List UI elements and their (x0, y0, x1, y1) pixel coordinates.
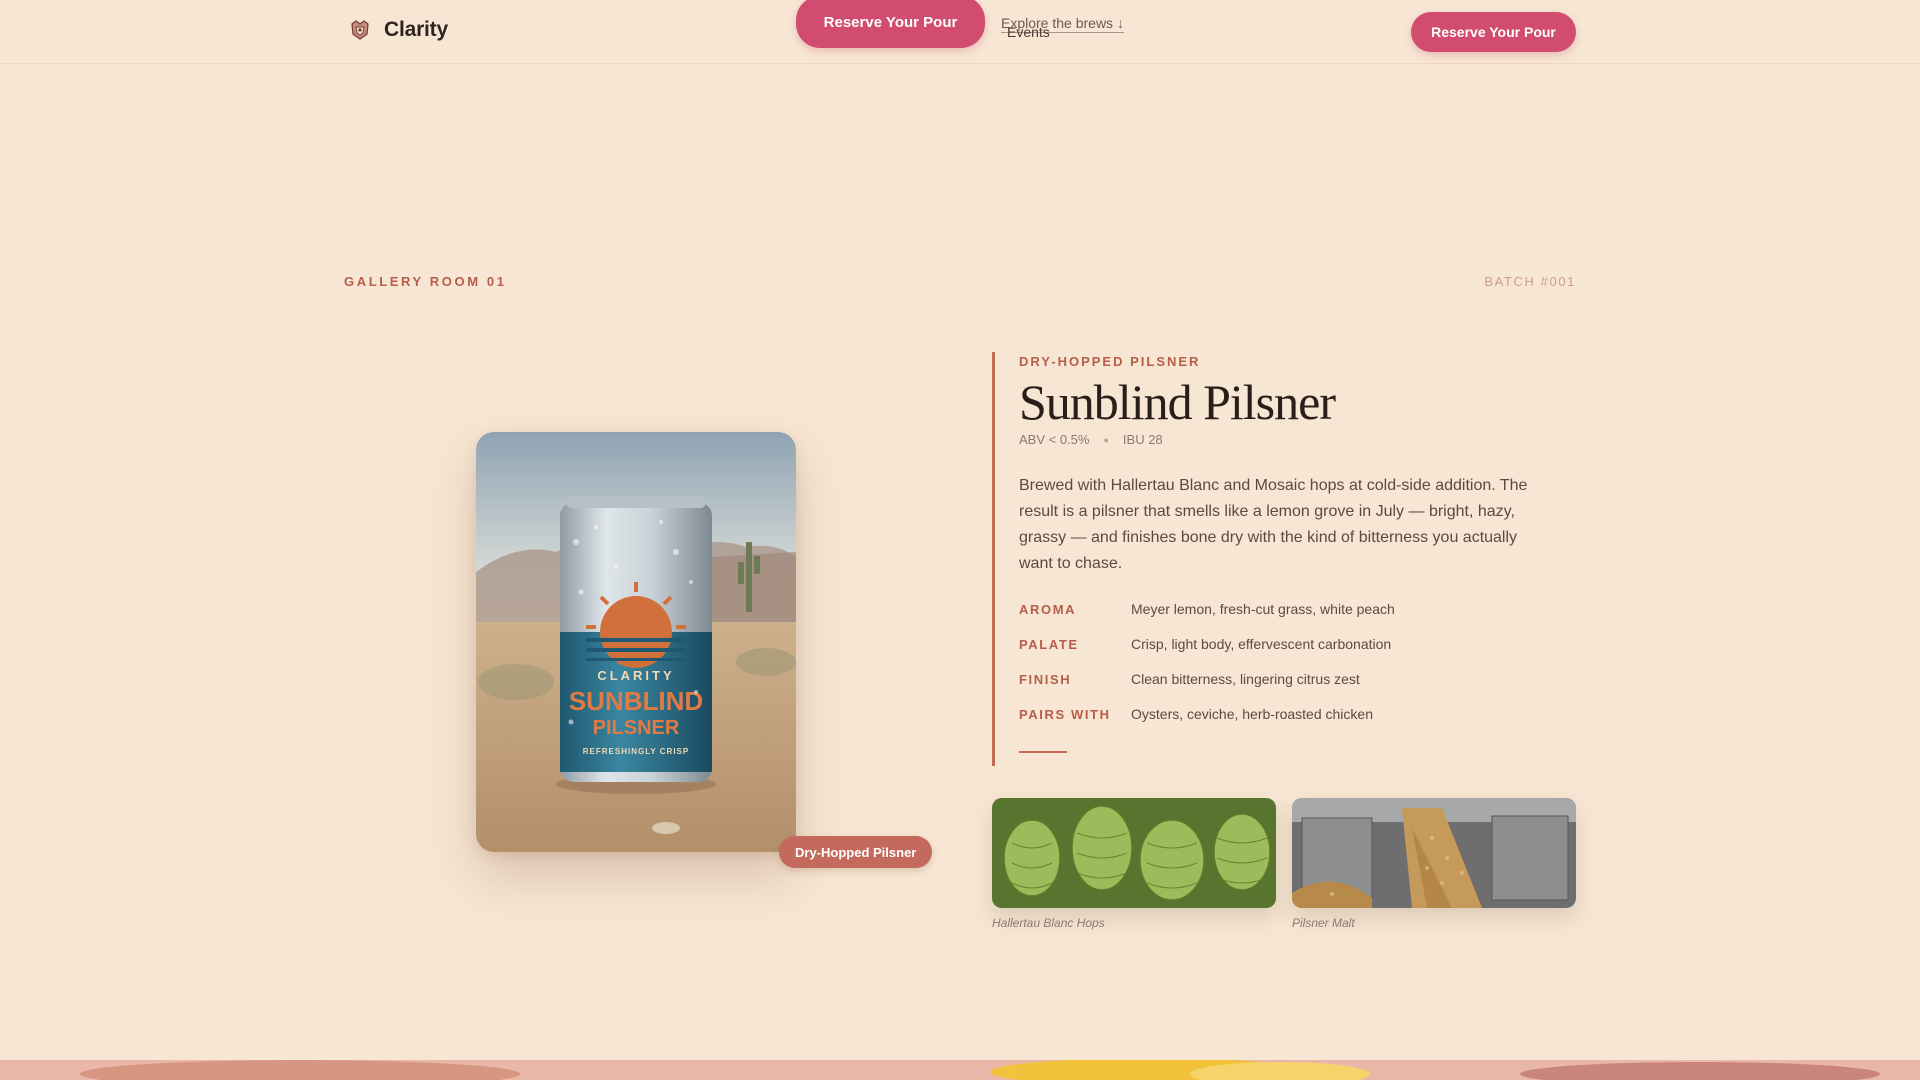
note-key: FINISH (1019, 672, 1072, 687)
note-value: Meyer lemon, fresh-cut grass, white peac… (1131, 601, 1395, 617)
can-tagline-text: REFRESHINGLY CRISP (583, 747, 689, 756)
note-key: PAIRS WITH (1019, 707, 1111, 722)
can-line1-text: SUNBLIND (569, 686, 703, 716)
abv-value: ABV < 0.5% (1019, 432, 1090, 447)
hops-caption: Hallertau Blanc Hops (992, 916, 1105, 930)
product-meta: ABV < 0.5% ● IBU 28 (1019, 432, 1576, 447)
nav-reserve-button[interactable]: Reserve Your Pour (1411, 12, 1576, 52)
style-badge: Dry-Hopped Pilsner (779, 836, 933, 868)
product-description: Brewed with Hallertau Blanc and Mosaic h… (1019, 477, 1528, 572)
note-key: PALATE (1019, 637, 1079, 652)
tasting-notes: AROMA Meyer lemon, fresh-cut grass, whit… (1019, 601, 1576, 741)
note-row-aroma: AROMA Meyer lemon, fresh-cut grass, whit… (1019, 601, 1576, 636)
top-nav: Clarity Reserve Your Pour Explore the br… (0, 0, 1920, 64)
batch-label: BATCH #001 (1484, 274, 1576, 289)
hero-reserve-button[interactable]: Reserve Your Pour (796, 0, 985, 48)
can-brand-text: CLARITY (597, 668, 674, 683)
note-value: Crisp, light body, effervescent carbonat… (1131, 636, 1392, 652)
product-title: Sunblind Pilsner (1019, 374, 1336, 430)
product-style-eyebrow: DRY-HOPPED PILSNER (1019, 354, 1201, 369)
note-value: Clean bitterness, lingering citrus zest (1131, 671, 1360, 687)
hops-image (992, 798, 1276, 908)
next-section-image (0, 1060, 1920, 1080)
gallery-room-label: GALLERY ROOM 01 (344, 274, 507, 289)
accent-divider (1019, 751, 1067, 753)
brand-name: Clarity (384, 18, 448, 41)
can-line2-text: PILSNER (593, 717, 680, 739)
note-row-pairs-with: PAIRS WITH Oysters, ceviche, herb-roaste… (1019, 706, 1576, 741)
note-value: Oysters, ceviche, herb-roasted chicken (1131, 706, 1373, 722)
ibu-value: IBU 28 (1122, 432, 1163, 447)
product-details: DRY-HOPPED PILSNER Sunblind Pilsner ABV … (992, 352, 1576, 766)
note-row-finish: FINISH Clean bitterness, lingering citru… (1019, 671, 1576, 706)
brand[interactable]: Clarity (348, 18, 448, 42)
product-image: CLARITY SUNBLIND PILSNER REFRESHINGLY CR… (476, 432, 796, 852)
separator-dot-icon: ● (1103, 434, 1109, 445)
malt-image (1292, 798, 1576, 908)
malt-caption: Pilsner Malt (1292, 916, 1355, 930)
note-row-palate: PALATE Crisp, light body, effervescent c… (1019, 636, 1576, 671)
note-key: AROMA (1019, 602, 1077, 617)
nav-events-link[interactable]: Events (1007, 24, 1050, 40)
crest-icon (351, 20, 369, 40)
